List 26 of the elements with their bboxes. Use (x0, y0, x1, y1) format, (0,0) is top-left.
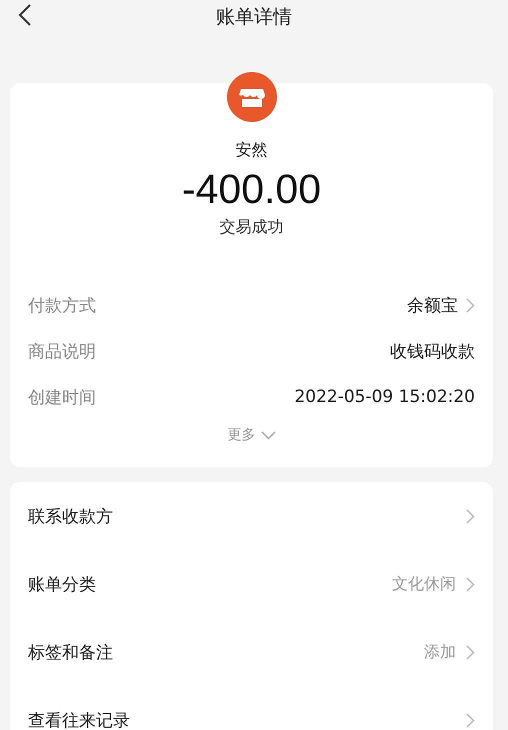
back-icon[interactable] (18, 3, 32, 27)
chevron-right-icon (466, 712, 475, 728)
chevron-down-icon (260, 430, 276, 440)
chevron-right-icon (466, 576, 475, 592)
chevron-right-icon (466, 508, 475, 524)
action-label: 查看往来记录 (28, 710, 130, 730)
detail-value: 收钱码收款 (390, 340, 475, 362)
action-row[interactable]: 查看往来记录 (10, 686, 493, 730)
status-text: 交易成功 (220, 217, 284, 238)
payee-name: 安然 (236, 140, 268, 161)
detail-label: 商品说明 (28, 340, 96, 362)
detail-label: 创建时间 (28, 386, 96, 408)
chevron-right-icon (466, 644, 475, 660)
detail-value: 2022-05-09 15:02:20 (294, 387, 475, 407)
action-row[interactable]: 账单分类 文化休闲 (10, 550, 493, 618)
amount: -400.00 (182, 165, 322, 213)
detail-value: 余额宝 (407, 294, 458, 316)
action-label: 标签和备注 (28, 642, 113, 664)
action-value: 添加 (424, 642, 456, 662)
page-title: 账单详情 (216, 5, 292, 30)
action-row[interactable]: 标签和备注 添加 (10, 618, 493, 686)
action-label: 联系收款方 (28, 506, 113, 528)
action-row[interactable]: 联系收款方 (10, 482, 493, 550)
action-label: 账单分类 (28, 574, 96, 596)
detail-label: 付款方式 (28, 294, 96, 316)
action-value: 文化休闲 (392, 574, 456, 594)
